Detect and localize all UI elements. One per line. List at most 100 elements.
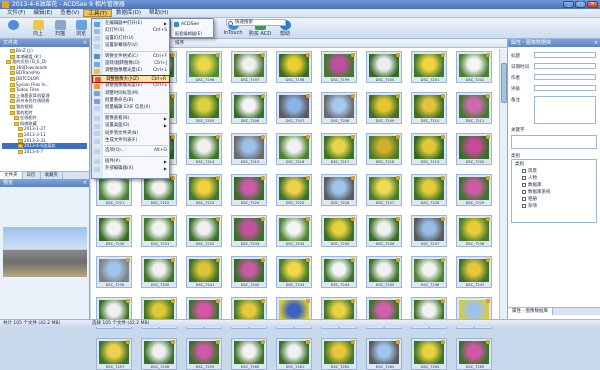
thumbnail[interactable]: DSC_7200 — [366, 51, 402, 83]
quick-search-input[interactable]: 快速搜索 — [226, 19, 286, 26]
close-button[interactable]: × — [587, 1, 598, 8]
thumbnail[interactable]: DSC_7225 — [276, 174, 312, 206]
category-item[interactable]: 风景 — [522, 168, 537, 174]
thumbnail[interactable]: DSC_7246 — [411, 256, 447, 288]
tools-menu-item[interactable]: 生成文件列表(F) — [92, 137, 170, 145]
thumbnail[interactable]: DSC_7226 — [321, 174, 357, 206]
thumbnail[interactable]: DSC_7259 — [186, 338, 222, 370]
tab-folders[interactable]: 文件夹 — [0, 172, 23, 179]
thumbnail[interactable]: DSC_7239 — [96, 256, 132, 288]
checkbox[interactable] — [522, 182, 526, 187]
thumbnail[interactable]: DSC_7208 — [321, 92, 357, 124]
editor-item[interactable]: 配套编辑器(E) — [173, 30, 213, 37]
menu-view[interactable]: 查看(V) — [56, 9, 83, 17]
scan-button[interactable]: 扫描 — [50, 20, 70, 38]
thumbnail[interactable]: DSC_7229 — [456, 174, 492, 206]
close-icon[interactable]: × — [594, 39, 598, 47]
thumbnail[interactable]: DSC_7238 — [456, 215, 492, 247]
tab-calendar[interactable]: 日历 — [23, 172, 41, 179]
browse-button[interactable]: 浏览 — [72, 20, 90, 38]
close-icon[interactable]: × — [83, 39, 87, 47]
thumbnail[interactable]: DSC_7230 — [96, 215, 132, 247]
checkbox[interactable] — [522, 175, 526, 180]
thumbnail[interactable]: DSC_7228 — [411, 174, 447, 206]
thumbnail[interactable]: DSC_7196 — [186, 51, 222, 83]
category-item[interactable]: 人物 — [522, 175, 537, 181]
thumbnail[interactable]: DSC_7215 — [231, 133, 267, 165]
thumbnail[interactable]: DSC_7232 — [186, 215, 222, 247]
checkbox[interactable] — [522, 203, 526, 208]
menu-database[interactable]: 数据库(D) — [112, 9, 145, 17]
datetime-field[interactable] — [534, 63, 596, 69]
vertical-scrollbar[interactable] — [499, 49, 507, 319]
tools-menu-item[interactable]: 设置屏幕保存(V) — [92, 42, 170, 50]
thumbnail[interactable]: DSC_7214 — [186, 133, 222, 165]
title-field[interactable] — [534, 52, 596, 58]
back-button[interactable] — [2, 20, 24, 38]
thumbnail[interactable]: DSC_7224 — [231, 174, 267, 206]
thumbnail[interactable]: DSC_7263 — [366, 338, 402, 370]
menu-file[interactable]: 文件(F) — [3, 9, 29, 17]
thumbnail[interactable]: DSC_7236 — [366, 215, 402, 247]
acdsee-item[interactable]: ACDSee — [173, 21, 213, 28]
thumbnail[interactable]: DSC_7219 — [411, 133, 447, 165]
rating-field[interactable] — [534, 85, 596, 91]
category-item[interactable]: 数据库 — [522, 182, 542, 188]
thumbnail[interactable]: DSC_7264 — [411, 338, 447, 370]
keywords-field[interactable] — [511, 135, 597, 149]
tools-menu-item[interactable]: 批量编辑 EXIF 信息(X) — [92, 104, 170, 112]
maximize-button[interactable]: □ — [575, 1, 586, 8]
thumbnail[interactable]: DSC_7201 — [411, 51, 447, 83]
thumbnail[interactable]: DSC_7199 — [321, 51, 357, 83]
thumbnail[interactable]: DSC_7261 — [276, 338, 312, 370]
author-field[interactable] — [534, 74, 596, 80]
category-item[interactable]: 相册 — [522, 196, 537, 202]
thumbnail[interactable]: DSC_7265 — [456, 338, 492, 370]
thumbnail[interactable]: DSC_7209 — [366, 92, 402, 124]
thumbnail[interactable]: DSC_7237 — [411, 215, 447, 247]
thumbnail[interactable]: DSC_7223 — [186, 174, 222, 206]
close-icon[interactable]: × — [83, 179, 87, 187]
thumbnail[interactable]: DSC_7211 — [456, 92, 492, 124]
thumbnail[interactable]: DSC_7198 — [276, 51, 312, 83]
thumbnail[interactable]: DSC_7235 — [321, 215, 357, 247]
category-item[interactable]: 杂项 — [522, 203, 537, 209]
minimize-button[interactable]: _ — [563, 1, 574, 8]
thumbnail[interactable]: DSC_7227 — [366, 174, 402, 206]
thumbnail[interactable]: DSC_7241 — [186, 256, 222, 288]
menu-edit[interactable]: 编辑(E) — [29, 9, 56, 17]
up-button[interactable]: 向上 — [28, 20, 48, 38]
thumbnail[interactable]: DSC_7202 — [456, 51, 492, 83]
sort-label[interactable]: 排序 — [175, 40, 184, 46]
thumbnail[interactable]: DSC_7243 — [276, 256, 312, 288]
thumbnail[interactable]: DSC_7207 — [276, 92, 312, 124]
thumbnail[interactable]: DSC_7231 — [141, 215, 177, 247]
thumbnail[interactable]: DSC_7220 — [456, 133, 492, 165]
thumbnail[interactable]: DSC_7242 — [231, 256, 267, 288]
thumbnail[interactable]: DSC_7216 — [276, 133, 312, 165]
thumbnail[interactable]: DSC_7258 — [141, 338, 177, 370]
checkbox[interactable] — [522, 189, 526, 194]
thumbnail[interactable]: DSC_7206 — [231, 92, 267, 124]
menu-help[interactable]: 帮助(H) — [145, 9, 172, 17]
thumbnail[interactable]: DSC_7217 — [321, 133, 357, 165]
thumbnail[interactable]: DSC_7262 — [321, 338, 357, 370]
thumbnail[interactable]: DSC_7257 — [96, 338, 132, 370]
tab-favorites[interactable]: 收藏夹 — [41, 172, 63, 179]
thumbnail[interactable]: DSC_7197 — [231, 51, 267, 83]
tree-item[interactable]: 2013-4-7 — [2, 149, 87, 155]
thumbnail[interactable]: DSC_7205 — [186, 92, 222, 124]
thumbnail[interactable]: DSC_7233 — [231, 215, 267, 247]
thumbnail[interactable]: DSC_7247 — [456, 256, 492, 288]
thumbnail[interactable]: DSC_7240 — [141, 256, 177, 288]
category-item[interactable]: 数据库系统 — [522, 189, 551, 195]
thumbnail[interactable]: DSC_7245 — [366, 256, 402, 288]
checkbox[interactable] — [522, 168, 526, 173]
category-root[interactable]: 类别 — [515, 161, 524, 167]
checkbox[interactable] — [522, 196, 526, 201]
thumbnail[interactable]: DSC_7210 — [411, 92, 447, 124]
thumbnail[interactable]: DSC_7218 — [366, 133, 402, 165]
menu-tools[interactable]: 工具(T) — [83, 9, 112, 17]
tools-menu-item[interactable]: 外部编辑器(X) ▶ — [92, 165, 170, 173]
thumbnail[interactable]: DSC_7244 — [321, 256, 357, 288]
